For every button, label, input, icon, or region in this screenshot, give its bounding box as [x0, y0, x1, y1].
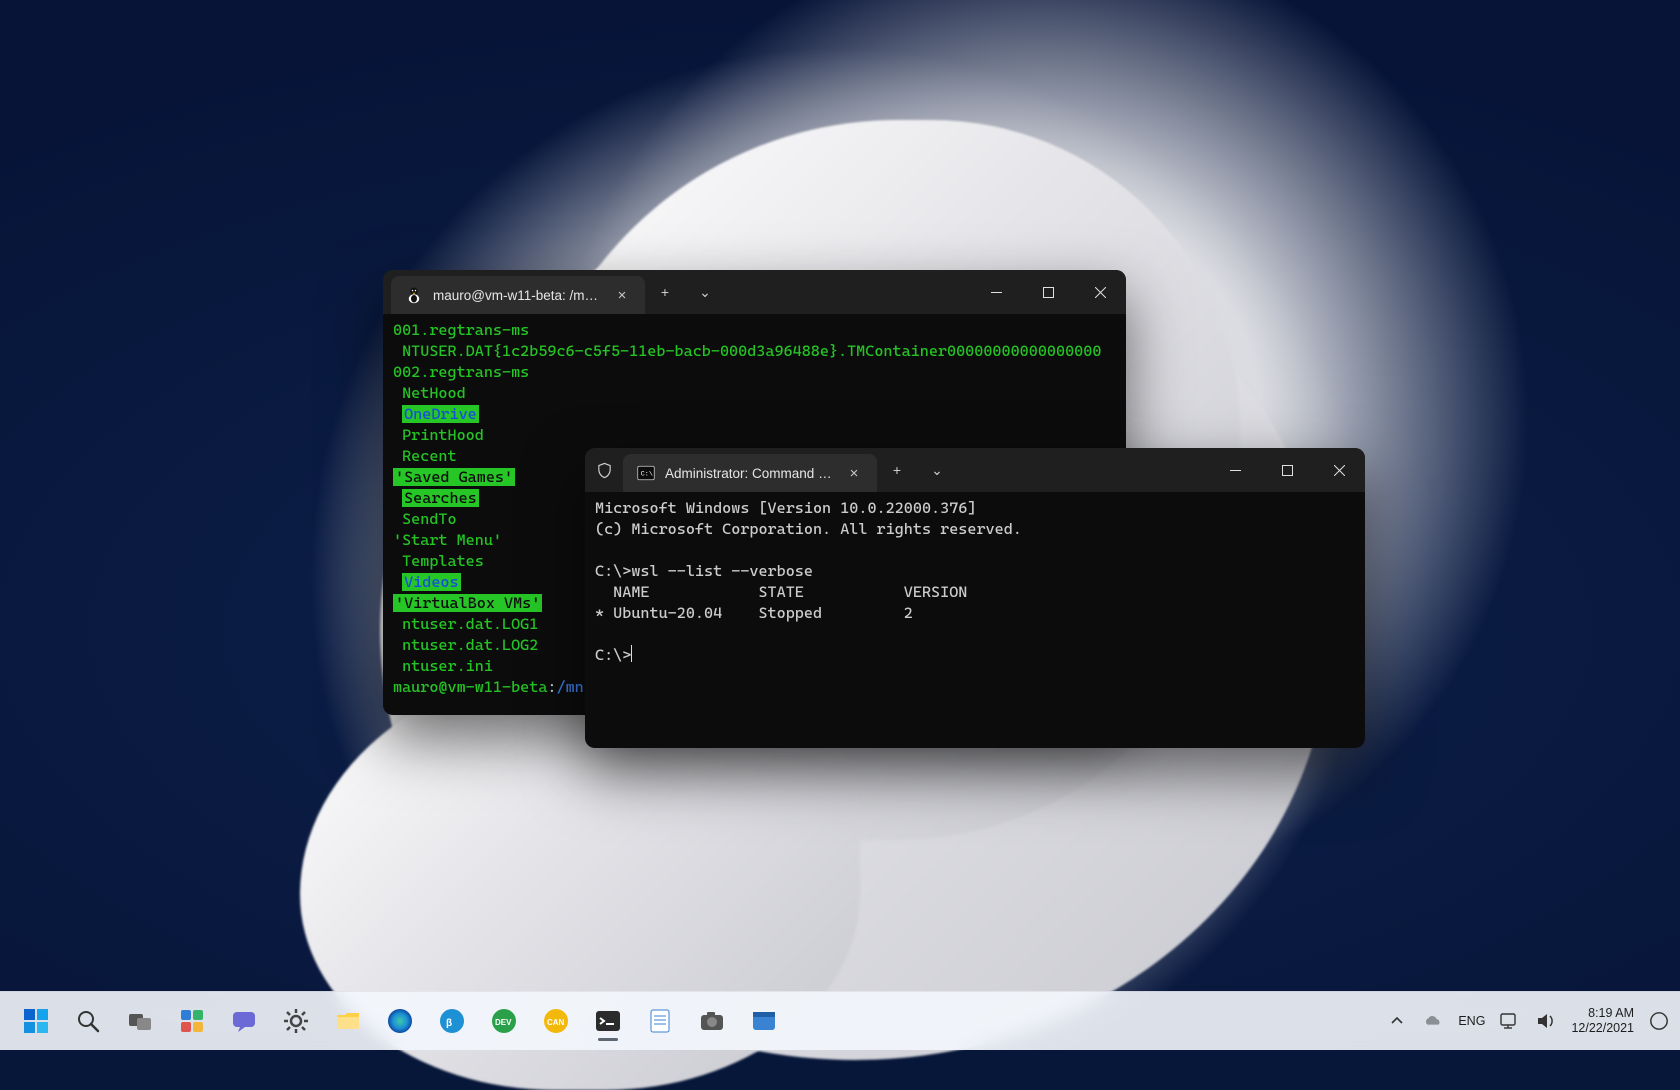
start-button[interactable]	[14, 999, 58, 1043]
prompt-user: mauro@vm-w11-beta	[393, 678, 547, 696]
line: NetHood	[393, 384, 466, 402]
minimize-button[interactable]	[970, 270, 1022, 314]
network-icon[interactable]	[1499, 1010, 1521, 1032]
line: NTUSER.DAT{1c2b59c6-c5f5-11eb-bacb-000d3…	[393, 342, 1101, 360]
dir-entry: 'VirtualBox VMs'	[393, 594, 542, 612]
close-button[interactable]	[1074, 270, 1126, 314]
chat-button[interactable]	[222, 999, 266, 1043]
linux-tux-icon	[405, 286, 423, 304]
line: 002.regtrans-ms	[393, 363, 529, 381]
minimize-button[interactable]	[1209, 448, 1261, 492]
onedrive-icon[interactable]	[1422, 1010, 1444, 1032]
dir-entry: OneDrive	[402, 405, 479, 423]
line: PrintHood	[393, 426, 484, 444]
svg-text:DEV: DEV	[495, 1018, 512, 1027]
file-explorer-button[interactable]	[326, 999, 370, 1043]
window-admin-cmd[interactable]: C:\ Administrator: Command Promp × + ⌄ M…	[585, 448, 1365, 748]
clock[interactable]: 8:19 AM 12/22/2021	[1571, 1006, 1634, 1036]
taskbar[interactable]: β DEV CAN ENG	[0, 991, 1680, 1050]
cmd-icon: C:\	[637, 464, 655, 482]
text-cursor	[631, 645, 632, 662]
edge-dev-button[interactable]: DEV	[482, 999, 526, 1043]
tab-dropdown-button[interactable]: ⌄	[917, 462, 957, 479]
tab-dropdown-button[interactable]: ⌄	[685, 284, 725, 301]
terminal-output[interactable]: Microsoft Windows [Version 10.0.22000.37…	[585, 492, 1365, 748]
svg-text:CAN: CAN	[547, 1018, 565, 1027]
svg-text:C:\: C:\	[641, 470, 653, 478]
edge-button[interactable]	[378, 999, 422, 1043]
volume-icon[interactable]	[1535, 1010, 1557, 1032]
line: * Ubuntu-20.04 Stopped 2	[595, 604, 913, 622]
line: 'Start Menu'	[393, 531, 502, 549]
line: 001.regtrans-ms	[393, 321, 529, 339]
line: Microsoft Windows [Version 10.0.22000.37…	[595, 499, 976, 517]
task-view-button[interactable]	[118, 999, 162, 1043]
dir-entry: Videos	[402, 573, 461, 591]
clock-time: 8:19 AM	[1571, 1006, 1634, 1021]
maximize-button[interactable]	[1022, 270, 1074, 314]
edge-beta-button[interactable]: β	[430, 999, 474, 1043]
close-button[interactable]	[1313, 448, 1365, 492]
line: ntuser.ini	[393, 657, 493, 675]
tab-cmd[interactable]: C:\ Administrator: Command Promp ×	[623, 454, 877, 492]
search-button[interactable]	[66, 999, 110, 1043]
new-tab-button[interactable]: +	[877, 462, 917, 478]
tab-wsl[interactable]: mauro@vm-w11-beta: /mnt/c/U ×	[391, 276, 645, 314]
maximize-button[interactable]	[1261, 448, 1313, 492]
prompt-sep: :	[547, 678, 556, 696]
line: SendTo	[393, 510, 457, 528]
notification-center-button[interactable]	[1648, 1010, 1670, 1032]
terminal-button[interactable]	[586, 999, 630, 1043]
titlebar[interactable]: mauro@vm-w11-beta: /mnt/c/U × + ⌄	[383, 270, 1126, 314]
system-tray[interactable]: ENG 8:19 AM 12/22/2021	[1386, 992, 1670, 1050]
dir-entry: 'Saved Games'	[393, 468, 515, 486]
admin-shield-icon	[585, 448, 623, 492]
app-button[interactable]	[742, 999, 786, 1043]
line: (c) Microsoft Corporation. All rights re…	[595, 520, 1022, 538]
tab-title: Administrator: Command Promp	[665, 466, 835, 481]
line: C:\>	[595, 646, 631, 664]
line: Templates	[393, 552, 484, 570]
tab-title: mauro@vm-w11-beta: /mnt/c/U	[433, 288, 603, 303]
notepad-button[interactable]	[638, 999, 682, 1043]
new-tab-button[interactable]: +	[645, 284, 685, 300]
dir-entry: Searches	[402, 489, 479, 507]
line: ntuser.dat.LOG1	[393, 615, 538, 633]
language-indicator[interactable]: ENG	[1458, 1014, 1485, 1028]
line: ntuser.dat.LOG2	[393, 636, 538, 654]
settings-button[interactable]	[274, 999, 318, 1043]
titlebar-drag-region[interactable]	[725, 270, 970, 314]
prompt-path: /mn	[557, 678, 584, 696]
titlebar[interactable]: C:\ Administrator: Command Promp × + ⌄	[585, 448, 1365, 492]
edge-canary-button[interactable]: CAN	[534, 999, 578, 1043]
clock-date: 12/22/2021	[1571, 1021, 1634, 1036]
widgets-button[interactable]	[170, 999, 214, 1043]
svg-text:β: β	[446, 1018, 452, 1029]
line: C:\>wsl --list --verbose	[595, 562, 813, 580]
titlebar-drag-region[interactable]	[957, 448, 1209, 492]
camera-button[interactable]	[690, 999, 734, 1043]
tab-close-button[interactable]: ×	[845, 465, 863, 482]
tray-overflow-button[interactable]	[1386, 1010, 1408, 1032]
line: NAME STATE VERSION	[595, 583, 967, 601]
tab-close-button[interactable]: ×	[613, 287, 631, 304]
line: Recent	[393, 447, 457, 465]
